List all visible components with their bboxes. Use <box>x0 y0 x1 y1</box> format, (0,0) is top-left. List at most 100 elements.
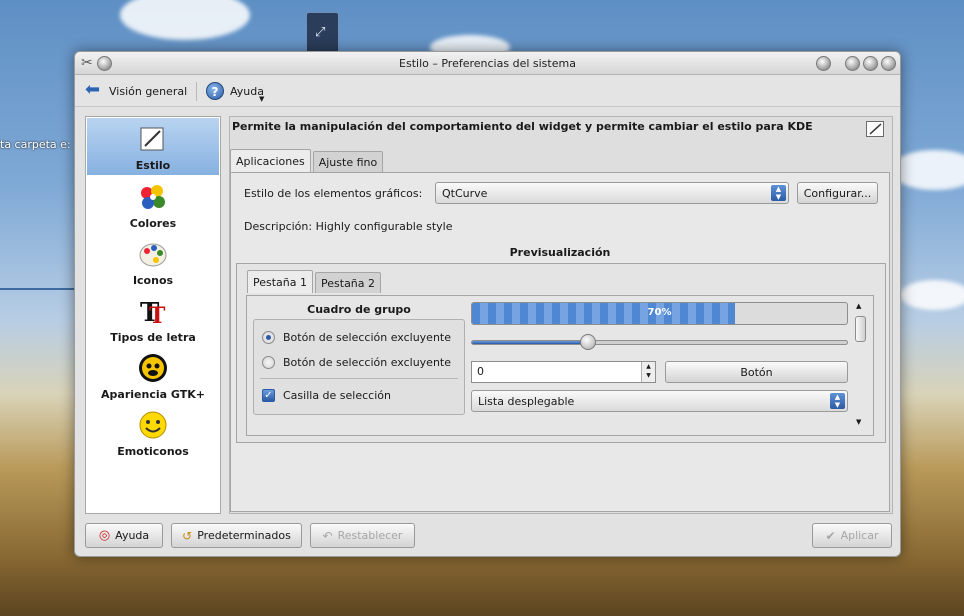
gtk-appearance-icon <box>137 352 169 384</box>
spin-value: 0 <box>477 365 484 378</box>
maximize-icon: ⤢ <box>315 25 326 40</box>
applications-tab-panel: Estilo de los elementos gráficos: QtCurv… <box>230 172 890 512</box>
radio-unchecked-icon <box>262 355 275 369</box>
tab-pestana-2[interactable]: Pestaña 2 <box>315 272 382 293</box>
desktop-divider <box>0 288 74 290</box>
system-settings-window: ✂ Estilo – Preferencias del sistema ⬅ Vi… <box>74 51 901 557</box>
fonts-icon: TT <box>137 295 169 327</box>
slider-handle[interactable] <box>579 334 596 350</box>
sidebar-item-estilo[interactable]: Estilo <box>87 118 219 175</box>
close-icon[interactable] <box>881 56 896 71</box>
title-bar[interactable]: ✂ Estilo – Preferencias del sistema <box>75 52 900 75</box>
maximize-window-icon[interactable] <box>863 56 878 71</box>
apply-button[interactable]: ✔ Aplicar <box>812 523 892 548</box>
scrollbar-thumb[interactable] <box>855 316 866 342</box>
widget-style-select[interactable]: QtCurve ▲ ▼ <box>435 182 789 204</box>
slider-track[interactable] <box>471 340 848 345</box>
overview-button[interactable]: ⬅ Visión general <box>85 81 187 101</box>
defaults-button[interactable]: ↺ Predeterminados <box>171 523 302 548</box>
checkmark-icon: ✔ <box>825 528 836 543</box>
configure-label: Configurar... <box>803 186 872 200</box>
svg-text:T: T <box>149 303 166 327</box>
sidebar-item-label: Tipos de letra <box>110 331 196 344</box>
sidebar-item-apariencia-gtk[interactable]: Apariencia GTK+ <box>86 347 220 404</box>
radio-checked-icon <box>262 330 275 344</box>
defaults-button-label: Predeterminados <box>197 529 291 542</box>
sidebar-item-colores[interactable]: Colores <box>86 176 220 233</box>
preview-scrollbar[interactable]: ▲ ▼ <box>854 302 867 426</box>
help-button-label: Ayuda <box>115 529 150 542</box>
tab-aplicaciones[interactable]: Aplicaciones <box>230 149 311 172</box>
help-context-icon[interactable] <box>816 56 831 71</box>
updown-arrows-icon: ▲ ▼ <box>771 185 786 201</box>
sidebar-item-label: Colores <box>129 217 177 230</box>
content-tabs: Aplicaciones Ajuste fino <box>230 149 385 172</box>
window-title: Estilo – Preferencias del sistema <box>399 57 576 70</box>
checkbox-option[interactable]: ✓ Casilla de selección <box>262 386 391 404</box>
sidebar-item-iconos[interactable]: Iconos <box>86 233 220 290</box>
group-separator <box>260 378 458 379</box>
progress-text: 70% <box>647 307 672 318</box>
sidebar-item-label: Emoticonos <box>117 445 189 458</box>
help-icon: ? <box>206 82 224 100</box>
preview-button-label: Botón <box>740 365 773 379</box>
overview-label: Visión general <box>109 84 188 98</box>
radio-label: Botón de selección excluyente <box>283 355 452 369</box>
radio-option-2[interactable]: Botón de selección excluyente <box>262 353 451 371</box>
reset-icon: ↶ <box>322 528 333 543</box>
style-module-icon <box>866 121 884 137</box>
help-button[interactable]: ◎ Ayuda <box>85 523 163 548</box>
configure-button[interactable]: Configurar... <box>797 182 878 204</box>
preview-dropdown[interactable]: Lista desplegable ▲ ▼ <box>471 390 848 412</box>
spin-box[interactable]: 0 ▲ ▼ <box>471 361 656 383</box>
updown-arrows-icon: ▲ ▼ <box>830 393 845 409</box>
checkbox-checked-icon: ✓ <box>262 388 275 402</box>
group-box-title: Cuadro de grupo <box>307 303 411 316</box>
scroll-down-icon[interactable]: ▼ <box>856 418 861 426</box>
widget-style-label: Estilo de los elementos gráficos: <box>244 187 423 200</box>
sidebar-item-label: Estilo <box>135 159 171 172</box>
desktop-text: ta carpeta e: <box>0 138 71 151</box>
sidebar-item-label: Iconos <box>132 274 174 287</box>
style-description: Descripción: Highly configurable style <box>244 220 453 233</box>
module-description: Permite la manipulación del comportamien… <box>232 120 813 133</box>
colors-icon <box>137 181 169 213</box>
reset-button[interactable]: ↶ Restablecer <box>310 523 415 548</box>
preview-title: Previsualización <box>509 246 611 259</box>
group-box-frame: Botón de selección excluyente Botón de s… <box>253 319 465 415</box>
apply-button-label: Aplicar <box>840 529 879 542</box>
radio-label: Botón de selección excluyente <box>283 330 452 344</box>
preview-frame: Pestaña 1 Pestaña 2 Cuadro de grupo Botó… <box>236 263 886 443</box>
reset-button-label: Restablecer <box>337 529 403 542</box>
spin-arrows-icon[interactable]: ▲ ▼ <box>641 362 655 382</box>
tab-pestana-1[interactable]: Pestaña 1 <box>247 270 314 293</box>
preview-tabs: Pestaña 1 Pestaña 2 <box>247 270 383 293</box>
style-icon <box>137 123 169 155</box>
radio-option-1[interactable]: Botón de selección excluyente <box>262 328 451 346</box>
sidebar-item-label: Apariencia GTK+ <box>101 388 205 401</box>
sidebar-item-emoticonos[interactable]: Emoticonos <box>86 404 220 461</box>
preview-button[interactable]: Botón <box>665 361 848 383</box>
toolbar: ⬅ Visión general ? Ayuda <box>75 75 900 107</box>
dropdown-label: Lista desplegable <box>478 395 575 408</box>
progress-bar: 70% <box>471 302 848 325</box>
desktop-widget[interactable]: ⤢ <box>306 12 339 56</box>
help-menu-button[interactable]: ? Ayuda <box>206 81 264 101</box>
toolbar-separator <box>196 82 197 101</box>
scroll-up-icon[interactable]: ▲ <box>856 302 861 310</box>
back-arrow-icon: ⬅ <box>85 79 101 100</box>
content-panel: Permite la manipulación del comportamien… <box>229 116 893 514</box>
category-sidebar: Estilo Colores Iconos TT Tipos de letra … <box>85 116 221 514</box>
minimize-icon[interactable] <box>845 56 860 71</box>
group-box: Cuadro de grupo Botón de selección exclu… <box>253 300 465 417</box>
slider-fill <box>472 341 589 344</box>
defaults-icon: ↺ <box>182 528 193 543</box>
emoticons-icon <box>137 409 169 441</box>
preview-tab-panel: Cuadro de grupo Botón de selección exclu… <box>246 295 874 436</box>
sidebar-item-tipos-de-letra[interactable]: TT Tipos de letra <box>86 290 220 347</box>
lifebuoy-icon: ◎ <box>98 528 111 543</box>
icons-icon <box>137 238 169 270</box>
chevron-down-icon: ▼ <box>259 95 265 103</box>
tab-ajuste-fino[interactable]: Ajuste fino <box>312 151 384 172</box>
checkbox-label: Casilla de selección <box>283 388 391 402</box>
